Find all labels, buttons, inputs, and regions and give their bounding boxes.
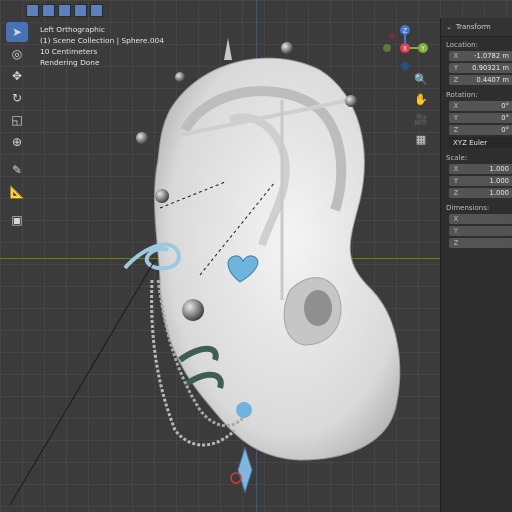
dimensions-x-field[interactable]: X xyxy=(449,214,512,224)
scale-z-field[interactable]: Z 1.000 xyxy=(449,188,512,198)
zoom-icon[interactable]: 🔍 xyxy=(412,72,430,87)
axis-label: Z xyxy=(453,76,459,84)
field-value: 0° xyxy=(501,114,509,122)
scale-label: Scale: xyxy=(446,154,468,162)
gizmo-neg-x-ball[interactable] xyxy=(389,33,395,39)
axis-label: X xyxy=(453,102,459,110)
field-value: -1.0782 m xyxy=(473,52,509,60)
axis-label: X xyxy=(453,165,459,173)
gizmo-neg-z-ball[interactable] xyxy=(401,62,409,70)
transform-header[interactable]: ⌄ Transform xyxy=(441,18,512,37)
lobe-ball xyxy=(182,299,204,321)
scale-y-field[interactable]: Y 1.000 xyxy=(449,176,512,186)
rotation-x-field[interactable]: X 0° xyxy=(449,101,512,111)
location-x-field[interactable]: X -1.0782 m xyxy=(449,51,512,61)
axis-label: Y xyxy=(453,177,459,185)
axis-label: Z xyxy=(453,126,459,134)
gizmo-neg-y-ball[interactable] xyxy=(383,44,391,52)
side-ball xyxy=(155,189,169,203)
axis-label: Z xyxy=(453,189,459,197)
field-value: 0° xyxy=(501,126,509,134)
rotation-y-field[interactable]: Y 0° xyxy=(449,113,512,123)
field-value: 0.90321 m xyxy=(472,64,509,72)
camera-icon[interactable]: 🎥 xyxy=(412,112,430,127)
rotation-label: Rotation: xyxy=(446,91,478,99)
dimensions-y-field[interactable]: Y xyxy=(449,226,512,236)
crystal-pendant xyxy=(237,446,253,494)
helix-ball xyxy=(175,72,185,82)
transform-title: Transform xyxy=(455,23,491,31)
spike-stud xyxy=(224,38,232,60)
top-ball xyxy=(281,42,293,54)
gizmo-y-label: Y xyxy=(420,46,425,53)
gizmo-x-label: X xyxy=(403,46,407,53)
grid-icon[interactable]: ▦ xyxy=(412,132,430,147)
drop-gem xyxy=(236,402,252,418)
parent-line-3 xyxy=(9,259,156,506)
view-navigation: 🔍 ✋ 🎥 ▦ xyxy=(412,72,430,147)
axis-label: Y xyxy=(453,227,459,235)
sidebar-panel: ⌄ Transform Location: X -1.0782 m Y 0.9032… xyxy=(440,18,512,512)
axis-label: Z xyxy=(453,239,459,247)
location-z-field[interactable]: Z 0.4407 m xyxy=(449,75,512,85)
axis-label: Y xyxy=(453,64,459,72)
field-value: 1.000 xyxy=(489,165,509,173)
rotation-z-field[interactable]: Z 0° xyxy=(449,125,512,135)
pan-hand-icon[interactable]: ✋ xyxy=(412,92,430,107)
navigation-gizmo[interactable]: Z Y X xyxy=(378,22,434,76)
3d-cursor xyxy=(230,472,242,484)
axis-label: Y xyxy=(453,114,459,122)
location-y-field[interactable]: Y 0.90321 m xyxy=(449,63,512,73)
rotation-mode-dropdown[interactable]: XYZ Euler xyxy=(449,137,512,148)
scale-x-field[interactable]: X 1.000 xyxy=(449,164,512,174)
axis-label: X xyxy=(453,215,459,223)
bar-ball-left xyxy=(136,132,148,144)
field-value: 1.000 xyxy=(489,177,509,185)
bar-ball-right xyxy=(345,95,357,107)
field-value: 1.000 xyxy=(489,189,509,197)
dimensions-z-field[interactable]: Z xyxy=(449,238,512,248)
chevron-down-icon: ⌄ xyxy=(446,23,452,31)
location-label: Location: xyxy=(446,41,478,49)
ear-canal xyxy=(304,290,332,326)
axis-label: X xyxy=(453,52,459,60)
gizmo-z-label: Z xyxy=(403,28,407,35)
dimensions-label: Dimensions: xyxy=(446,204,490,212)
field-value: 0.4407 m xyxy=(476,76,509,84)
ear-model[interactable] xyxy=(0,0,512,512)
field-value: 0° xyxy=(501,102,509,110)
